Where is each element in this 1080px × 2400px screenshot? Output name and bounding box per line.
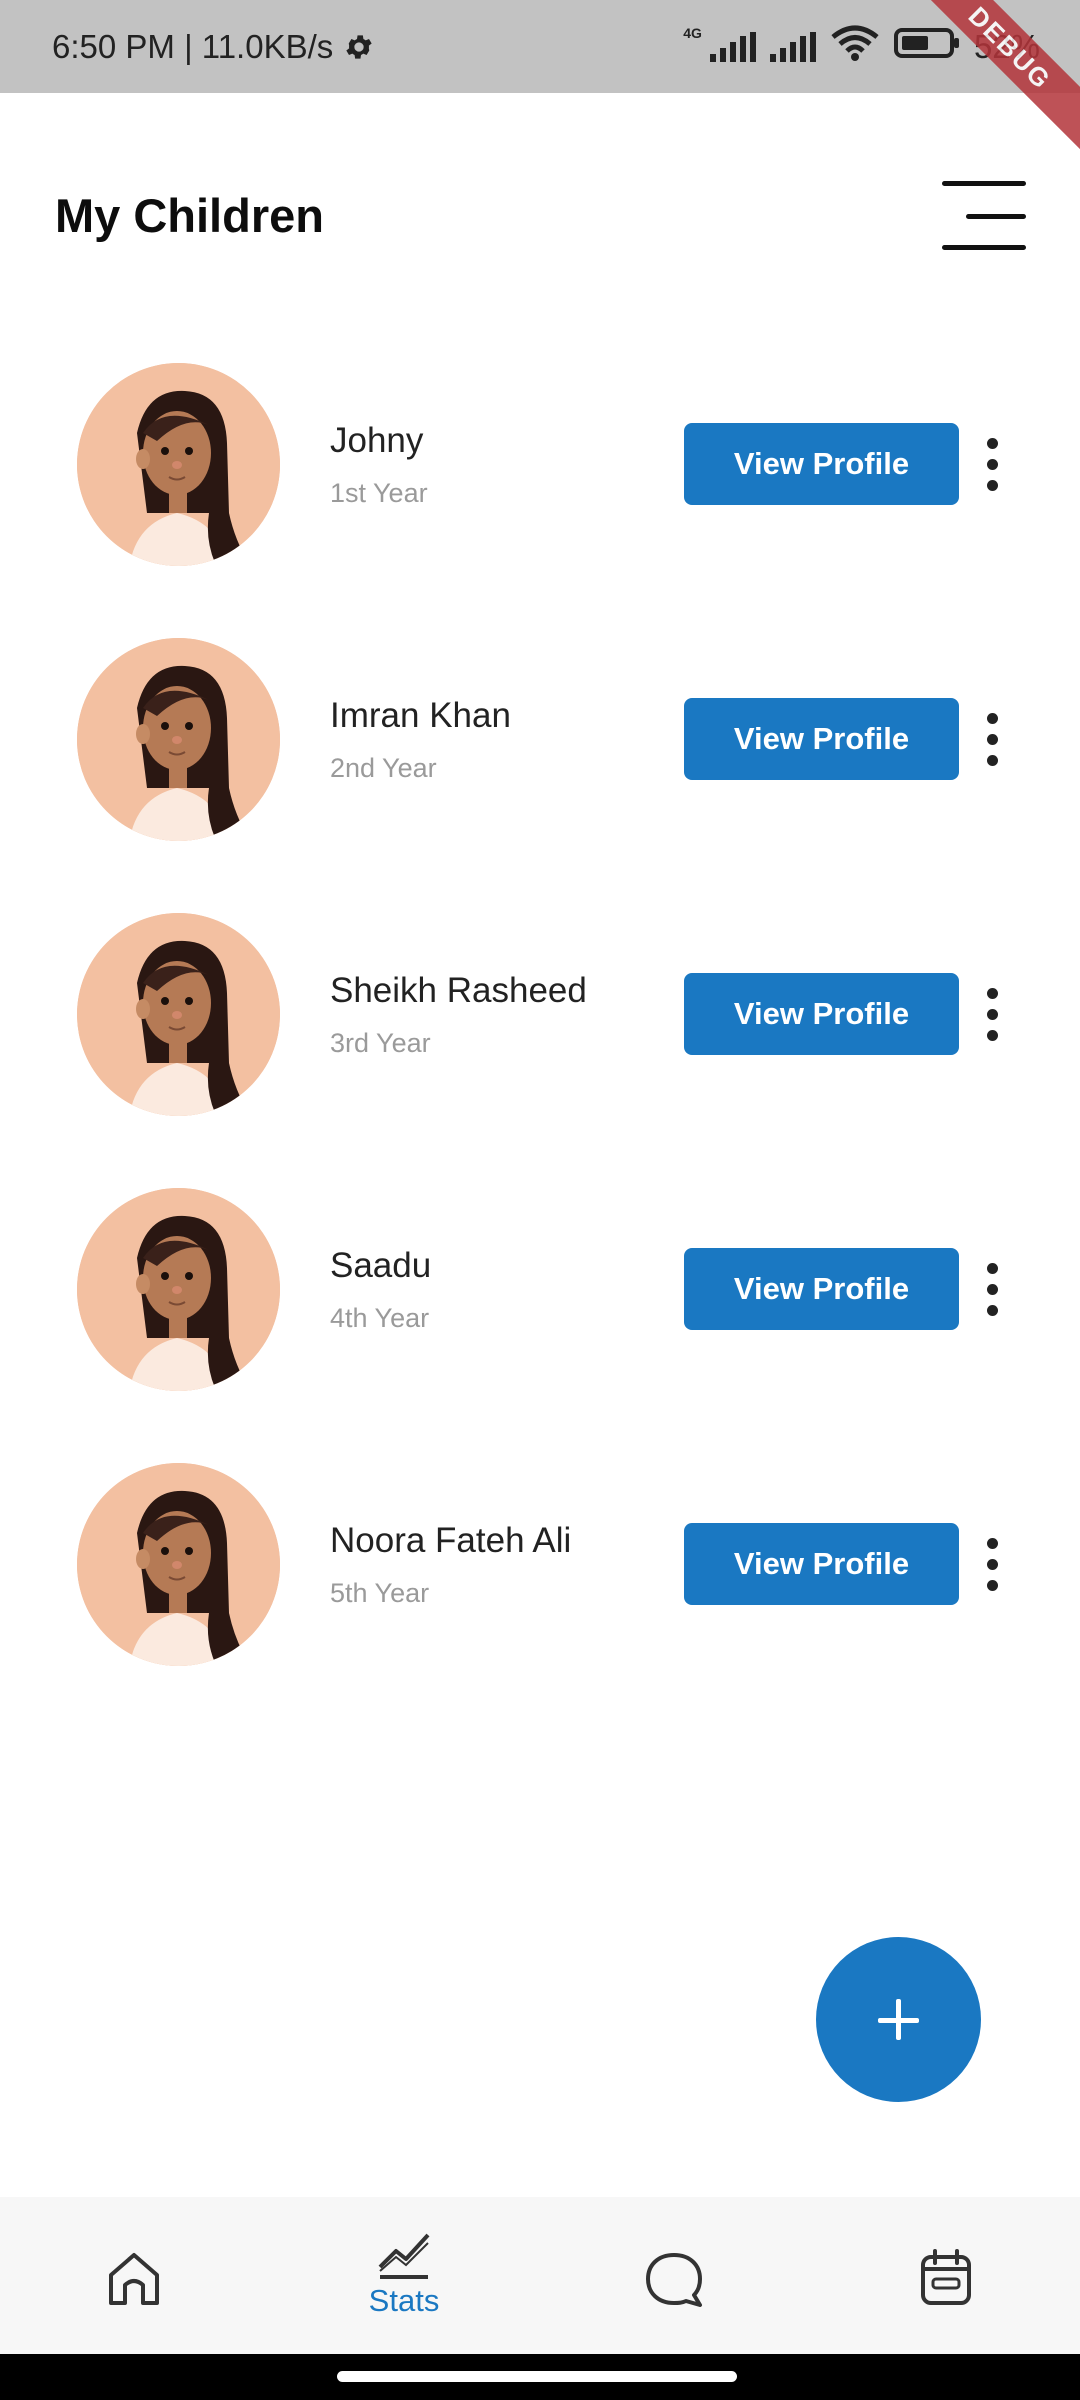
more-options-icon[interactable]	[972, 694, 1012, 784]
child-year: 4th Year	[330, 1303, 430, 1333]
status-time-speed: 6:50 PM | 11.0KB/s	[52, 27, 334, 65]
app-header: My Children	[0, 93, 1080, 343]
plus-icon-vertical	[896, 1999, 901, 2040]
hamburger-menu-icon	[942, 181, 1026, 186]
nav-label-stats: Stats	[368, 2283, 440, 2318]
hamburger-line-bottom	[942, 245, 1026, 250]
child-name: Imran Khan	[330, 696, 511, 735]
child-year: 2nd Year	[330, 753, 437, 783]
child-name: Sheikh Rasheed	[330, 971, 587, 1010]
child-row: Saadu 4th Year View Profile	[0, 1168, 1080, 1443]
calendar-icon	[919, 2247, 973, 2312]
child-year: 1st Year	[330, 478, 428, 508]
view-profile-button[interactable]: View Profile	[684, 423, 959, 505]
avatar	[77, 1463, 280, 1666]
nav-item-chat[interactable]	[604, 2197, 744, 2354]
avatar	[77, 913, 280, 1116]
view-profile-button[interactable]: View Profile	[684, 1248, 959, 1330]
hamburger-line-middle	[966, 214, 1026, 219]
gesture-area	[0, 2354, 1080, 2400]
stats-icon	[376, 2227, 432, 2288]
child-name: Noora Fateh Ali	[330, 1521, 572, 1560]
avatar	[77, 1188, 280, 1391]
more-options-icon[interactable]	[972, 969, 1012, 1059]
add-child-button[interactable]	[816, 1937, 981, 2102]
avatar	[77, 638, 280, 841]
more-options-icon[interactable]	[972, 419, 1012, 509]
children-list: Johny 1st Year View Profile Imran Khan 2…	[0, 343, 1080, 1718]
child-row: Noora Fateh Ali 5th Year View Profile	[0, 1443, 1080, 1718]
view-profile-button[interactable]: View Profile	[684, 698, 959, 780]
child-name: Saadu	[330, 1246, 432, 1285]
avatar	[77, 363, 280, 566]
nav-item-stats[interactable]: Stats	[334, 2197, 474, 2354]
home-icon	[105, 2249, 163, 2312]
nav-item-home[interactable]	[64, 2197, 204, 2354]
gear-icon	[343, 31, 375, 63]
chat-icon	[644, 2249, 704, 2314]
wifi-icon	[830, 25, 880, 69]
battery-icon	[893, 26, 960, 68]
child-year: 5th Year	[330, 1578, 430, 1608]
status-left: 6:50 PM | 11.0KB/s	[52, 0, 375, 93]
menu-button[interactable]	[936, 181, 1026, 251]
view-profile-button[interactable]: View Profile	[684, 1523, 959, 1605]
network-type: 4G	[683, 24, 702, 41]
child-name: Johny	[330, 421, 424, 460]
nav-item-calendar[interactable]	[876, 2197, 1016, 2354]
home-gesture-bar[interactable]	[337, 2371, 737, 2382]
signal-icon-2	[769, 31, 816, 62]
signal-icon	[709, 31, 756, 62]
child-row: Johny 1st Year View Profile	[0, 343, 1080, 618]
status-bar: 6:50 PM | 11.0KB/s 4G 52% DEBUG	[0, 0, 1080, 156]
child-row: Imran Khan 2nd Year View Profile	[0, 618, 1080, 893]
view-profile-button[interactable]: View Profile	[684, 973, 959, 1055]
more-options-icon[interactable]	[972, 1519, 1012, 1609]
page-title: My Children	[55, 189, 324, 242]
child-year: 3rd Year	[330, 1028, 431, 1058]
bottom-nav: Stats	[0, 2197, 1080, 2354]
child-row: Sheikh Rasheed 3rd Year View Profile	[0, 893, 1080, 1168]
more-options-icon[interactable]	[972, 1244, 1012, 1334]
